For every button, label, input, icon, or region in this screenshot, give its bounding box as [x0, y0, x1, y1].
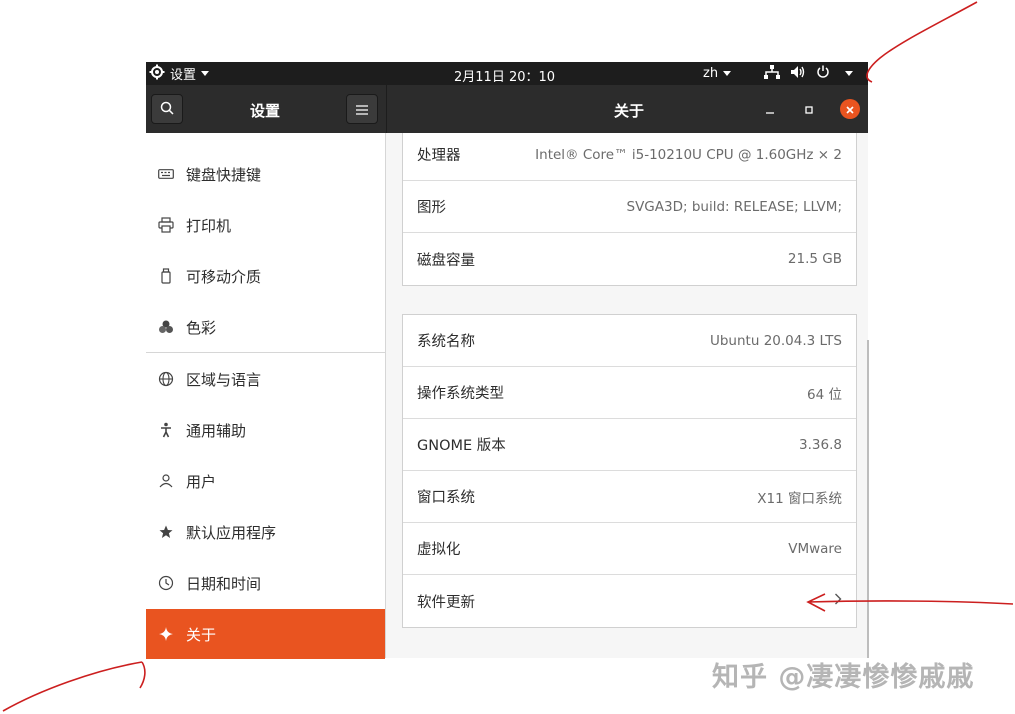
watermark: 知乎 @凄凄惨惨戚戚	[712, 655, 974, 694]
annotation-stroke-top-right	[867, 2, 977, 82]
annotation-overlay	[0, 0, 1015, 714]
annotation-arrow-right	[808, 594, 1013, 611]
annotation-arrow-bottom-left	[3, 662, 145, 711]
